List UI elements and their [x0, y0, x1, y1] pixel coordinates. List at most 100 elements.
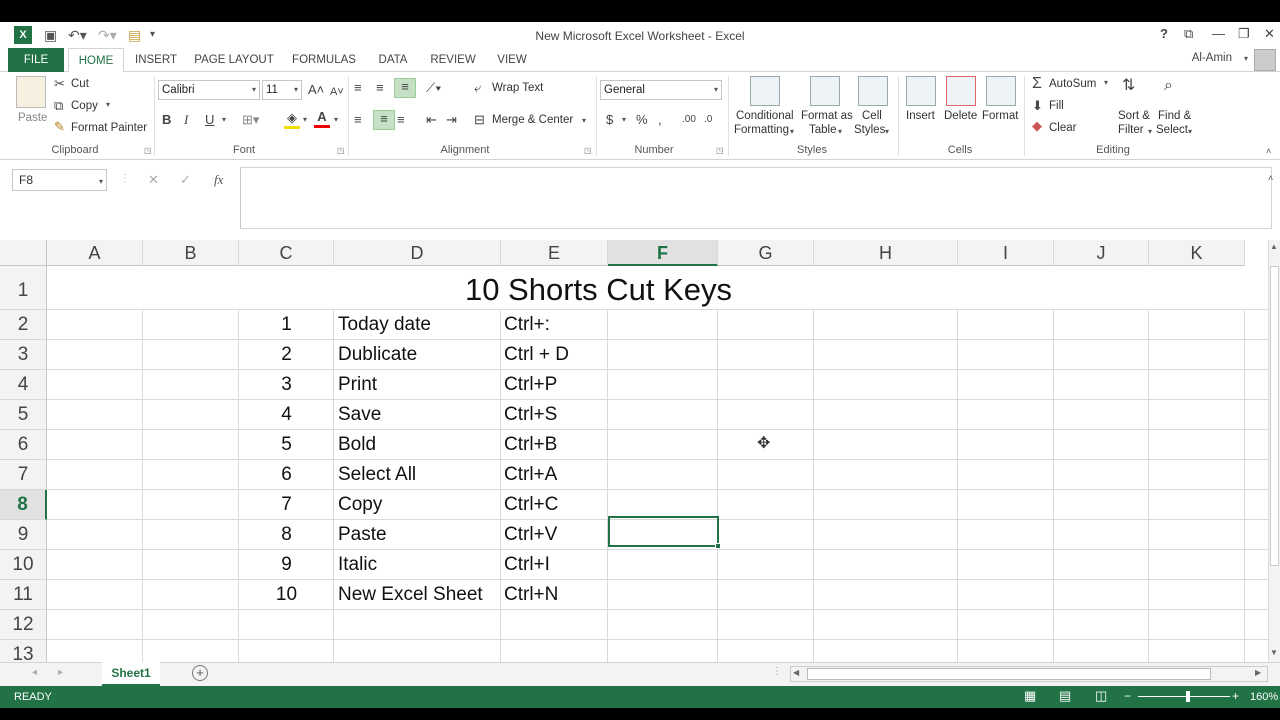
increase-indent-icon[interactable]: ⇥	[446, 112, 457, 128]
sheet-title-cell[interactable]: 10 Shorts Cut Keys	[47, 272, 1150, 308]
avatar[interactable]	[1254, 49, 1276, 71]
cell-action[interactable]: Today date	[338, 310, 431, 340]
cell-action[interactable]: Dublicate	[338, 340, 417, 370]
column-header-e[interactable]: E	[501, 240, 608, 266]
fill-handle[interactable]	[715, 543, 721, 549]
fill-icon[interactable]: ⬇	[1032, 98, 1043, 114]
column-header-h[interactable]: H	[814, 240, 958, 266]
restore-button[interactable]: ❐	[1238, 26, 1250, 42]
conditional-formatting-label[interactable]: Conditional	[736, 110, 794, 122]
row-header-9[interactable]: 9	[0, 520, 47, 550]
copy-icon[interactable]: ⧉	[54, 98, 63, 114]
merge-dropdown-icon[interactable]: ▾	[582, 116, 586, 125]
autosum-button[interactable]: AutoSum	[1049, 78, 1096, 90]
fill-color-dropdown-icon[interactable]: ▾	[303, 115, 307, 124]
cell-number[interactable]: 2	[239, 340, 334, 370]
enter-icon[interactable]: ✓	[180, 172, 191, 188]
cell-shortcut-keys[interactable]: Ctrl+A	[504, 460, 557, 490]
paste-button[interactable]: Paste	[18, 112, 47, 124]
font-color-dropdown-icon[interactable]: ▾	[334, 115, 338, 124]
orientation-icon[interactable]: ⟋▾	[426, 80, 441, 96]
currency-dropdown-icon[interactable]: ▾	[622, 115, 626, 124]
row-header-6[interactable]: 6	[0, 430, 47, 460]
borders-icon[interactable]: ⊞▾	[242, 112, 259, 128]
zoom-in-icon[interactable]: +	[1232, 689, 1239, 703]
cell-action[interactable]: Bold	[338, 430, 376, 460]
row-header-1[interactable]: 1	[0, 266, 47, 310]
conditional-formatting-label-2[interactable]: Formatting	[734, 124, 789, 136]
cell-action[interactable]: Paste	[338, 520, 387, 550]
prev-sheet-icon[interactable]: ◂	[32, 667, 37, 678]
scroll-down-icon[interactable]: ▼	[1270, 648, 1278, 657]
delete-cells-icon[interactable]	[946, 76, 976, 106]
bold-button[interactable]: B	[162, 112, 171, 128]
row-header-7[interactable]: 7	[0, 460, 47, 490]
cut-button[interactable]: Cut	[71, 78, 89, 90]
format-as-table-label-2[interactable]: Table	[809, 124, 837, 136]
column-header-a[interactable]: A	[47, 240, 143, 266]
cell-number[interactable]: 1	[239, 310, 334, 340]
font-color-icon[interactable]: A	[314, 109, 330, 128]
cell-shortcut-keys[interactable]: Ctrl + D	[504, 340, 569, 370]
percent-button[interactable]: %	[636, 112, 648, 128]
decrease-decimal-icon[interactable]: .0	[704, 112, 712, 128]
font-family-select[interactable]: Calibri ▾	[158, 80, 260, 100]
tab-split-icon[interactable]: ⋮	[772, 666, 782, 677]
column-header-c[interactable]: C	[239, 240, 334, 266]
cell-number[interactable]: 7	[239, 490, 334, 520]
column-header-f[interactable]: F	[608, 240, 718, 266]
vertical-scrollbar[interactable]: ▲ ▼	[1268, 240, 1280, 662]
cell-number[interactable]: 3	[239, 370, 334, 400]
font-launcher-icon[interactable]: ◳	[337, 146, 345, 155]
insert-function-button[interactable]: fx	[214, 172, 223, 188]
selected-cell-F8[interactable]	[608, 516, 719, 547]
cell-number[interactable]: 5	[239, 430, 334, 460]
currency-button[interactable]: $	[606, 112, 613, 128]
copy-dropdown-icon[interactable]: ▾	[106, 100, 110, 109]
insert-cells-icon[interactable]	[906, 76, 936, 106]
clear-icon[interactable]: ◆	[1032, 118, 1042, 134]
cell-number[interactable]: 10	[239, 580, 334, 610]
horizontal-scroll-thumb[interactable]	[807, 668, 1211, 680]
cell-number[interactable]: 9	[239, 550, 334, 580]
cell-styles-label-2[interactable]: Styles	[854, 124, 885, 136]
cell-styles-label[interactable]: Cell	[862, 110, 882, 122]
cell-action[interactable]: Select All	[338, 460, 416, 490]
tab-view[interactable]: VIEW	[490, 48, 534, 72]
decrease-font-icon[interactable]: A˅	[330, 84, 344, 100]
row-header-13[interactable]: 13	[0, 640, 47, 662]
merge-center-button[interactable]: Merge & Center	[492, 114, 573, 126]
collapse-formula-bar-icon[interactable]: ˄	[1268, 173, 1273, 183]
cell-number[interactable]: 4	[239, 400, 334, 430]
row-header-8[interactable]: 8	[0, 490, 47, 520]
column-header-j[interactable]: J	[1054, 240, 1149, 266]
autosum-dropdown-icon[interactable]: ▾	[1104, 78, 1108, 87]
format-as-table-label[interactable]: Format as	[801, 110, 853, 122]
delete-cells-button[interactable]: Delete	[944, 110, 977, 122]
tab-review[interactable]: REVIEW	[424, 48, 482, 72]
increase-decimal-icon[interactable]: .00	[682, 112, 696, 128]
row-header-4[interactable]: 4	[0, 370, 47, 400]
conditional-formatting-icon[interactable]	[750, 76, 780, 106]
italic-button[interactable]: I	[184, 112, 188, 128]
cell-action[interactable]: Copy	[338, 490, 382, 520]
user-name[interactable]: Al-Amin	[1192, 52, 1232, 64]
row-header-5[interactable]: 5	[0, 400, 47, 430]
zoom-out-icon[interactable]: −	[1124, 689, 1131, 703]
cell-action[interactable]: New Excel Sheet	[338, 580, 483, 610]
zoom-slider-thumb[interactable]	[1186, 691, 1190, 702]
select-all-corner[interactable]	[0, 240, 47, 266]
align-middle-icon[interactable]: ≡	[376, 80, 384, 96]
formula-input[interactable]	[240, 167, 1272, 229]
underline-button[interactable]: U	[205, 112, 214, 128]
ribbon-display-icon[interactable]: ⧉	[1184, 26, 1193, 42]
fill-color-icon[interactable]: ◈	[284, 110, 300, 129]
minimize-button[interactable]: —	[1212, 26, 1225, 42]
tab-page-layout[interactable]: PAGE LAYOUT	[190, 48, 278, 72]
font-size-select[interactable]: 11 ▾	[262, 80, 302, 100]
merge-center-icon[interactable]: ⊟	[474, 112, 485, 128]
align-bottom-icon[interactable]: ≡	[394, 78, 416, 98]
wrap-text-icon[interactable]: ⤶	[474, 80, 481, 96]
format-painter-icon[interactable]: ✎	[54, 119, 65, 135]
cancel-icon[interactable]: ✕	[148, 172, 159, 188]
